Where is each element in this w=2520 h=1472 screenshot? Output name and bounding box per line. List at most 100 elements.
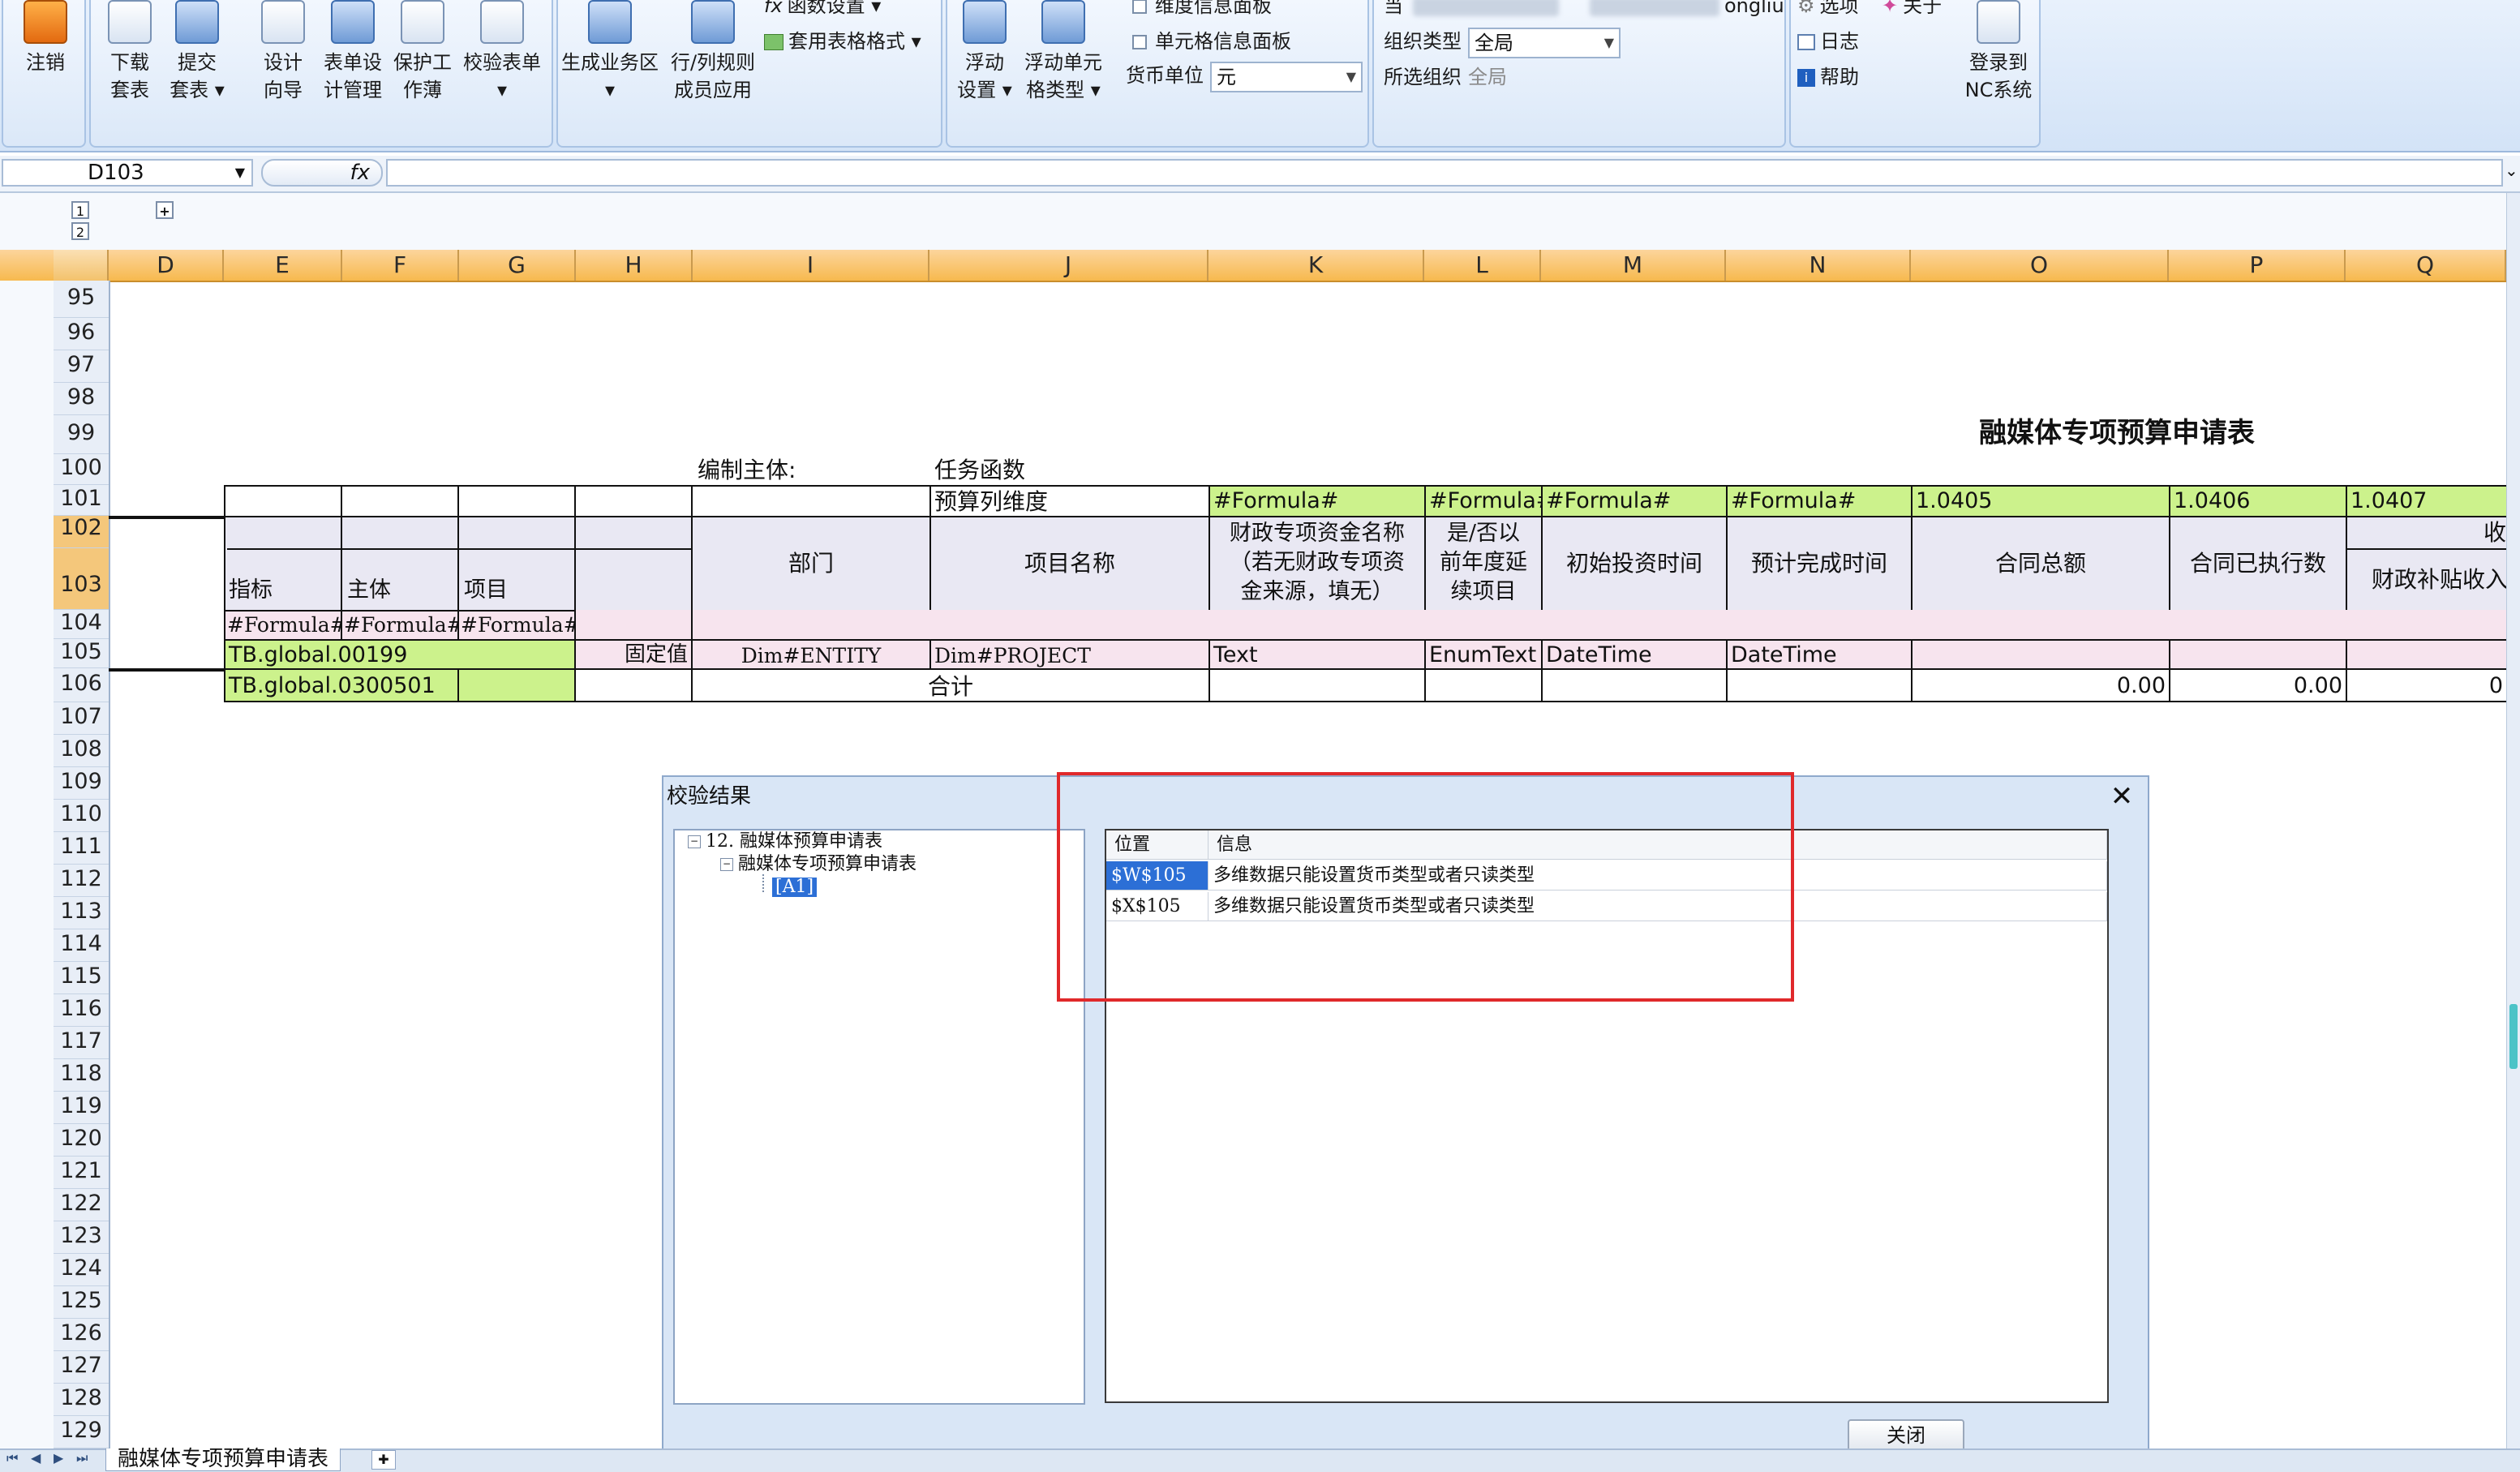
cell-I106-total[interactable]: 合计 <box>691 668 1210 702</box>
close-button[interactable]: 关闭 <box>1848 1419 1964 1452</box>
row-header[interactable]: 129 <box>54 1416 109 1448</box>
cell-G104[interactable]: #Formula# <box>457 610 576 641</box>
col-header-I[interactable]: I <box>693 250 929 281</box>
row-header[interactable]: 121 <box>54 1157 109 1189</box>
cell-M101[interactable]: #Formula# <box>1541 485 1728 517</box>
expand-formula-icon[interactable]: ⌄ <box>2505 161 2518 180</box>
cell-I101[interactable] <box>691 485 931 517</box>
cell-Q102[interactable]: 收 <box>2346 516 2508 550</box>
cell-L105[interactable]: EnumText <box>1424 639 1543 670</box>
cell-J102-103[interactable]: 项目名称 <box>929 516 1210 612</box>
cell-O106[interactable]: 0.00 <box>1911 668 2170 702</box>
col-header-H[interactable]: H <box>576 250 693 281</box>
row-header[interactable]: 110 <box>54 800 109 832</box>
submit-button[interactable]: 提交 套表 ▾ <box>165 0 229 104</box>
cell-E101[interactable] <box>224 485 342 517</box>
tree-node-child[interactable]: − 融媒体专项预算申请表 <box>720 853 917 876</box>
row-header[interactable]: 98 <box>54 383 109 415</box>
col-group-expand-icon[interactable]: + <box>156 201 174 219</box>
apply-table-format-button[interactable]: 套用表格格式 ▾ <box>764 29 921 54</box>
row-header[interactable]: 117 <box>54 1027 109 1059</box>
col-header-E[interactable]: E <box>224 250 342 281</box>
row-header[interactable]: 122 <box>54 1189 109 1221</box>
col-header-K[interactable]: K <box>1208 250 1424 281</box>
form-design-button[interactable]: 表单设 计管理 <box>320 0 386 104</box>
col-header-M[interactable]: M <box>1541 250 1726 281</box>
last-sheet-icon[interactable]: ⏭ <box>76 1450 88 1466</box>
collapse-icon[interactable]: − <box>720 858 733 871</box>
generate-business-area-button[interactable]: 生成业务区 ▾ <box>560 0 660 104</box>
vertical-scrollbar[interactable] <box>2506 193 2520 1448</box>
row-header[interactable]: 100 <box>54 454 109 485</box>
tree-node-leaf[interactable]: [A1] <box>772 878 818 897</box>
formula-input[interactable] <box>386 159 2503 187</box>
cell-E104[interactable]: #Formula# <box>224 610 342 641</box>
row-header[interactable]: 128 <box>54 1384 109 1416</box>
org-type-select[interactable]: 全局 ▼ <box>1468 28 1621 58</box>
cell-F101[interactable] <box>341 485 459 517</box>
cell-Q106[interactable]: 0 <box>2346 668 2508 702</box>
col-header-F[interactable]: F <box>342 250 459 281</box>
row-header[interactable]: 103 <box>54 548 109 610</box>
function-settings-button[interactable]: fx 函数设置 ▾ <box>764 0 881 18</box>
cell-I102-103[interactable]: 部门 <box>691 516 931 612</box>
validate-form-button[interactable]: 校验表单 ▾ <box>457 0 547 104</box>
options-button[interactable]: ⚙ 选项 <box>1797 0 1859 18</box>
cell-H101[interactable] <box>574 485 693 517</box>
about-button[interactable]: ✦ 关于 <box>1882 0 1942 18</box>
col-header-P[interactable]: P <box>2169 250 2346 281</box>
col-header-D[interactable]: D <box>109 250 224 281</box>
login-nc-button[interactable]: 登录到 NC系统 <box>1961 0 2036 104</box>
cell-H105[interactable]: 固定值 <box>574 639 693 670</box>
cell-P106[interactable]: 0.00 <box>2169 668 2347 702</box>
cell-Q101[interactable]: 1.0407 <box>2346 485 2508 517</box>
row-header[interactable]: 114 <box>54 929 109 962</box>
float-cell-type-button[interactable]: 浮动单元 格类型 ▾ <box>1020 0 1106 104</box>
col-outline-level-2[interactable]: 2 <box>71 222 89 240</box>
next-sheet-icon[interactable]: ▶ <box>54 1450 63 1466</box>
cell-P105[interactable] <box>2169 639 2347 670</box>
row-header[interactable]: 118 <box>54 1059 109 1092</box>
cell-E102-103[interactable]: 指标 <box>224 516 342 612</box>
help-button[interactable]: i 帮助 <box>1797 65 1859 89</box>
prev-sheet-icon[interactable]: ◀ <box>31 1450 41 1466</box>
cell-P102-103[interactable]: 合同已执行数 <box>2169 516 2347 612</box>
row-header[interactable]: 107 <box>54 702 109 735</box>
row-header[interactable]: 124 <box>54 1254 109 1286</box>
row-header[interactable]: 119 <box>54 1092 109 1124</box>
row-header[interactable]: 99 <box>54 415 109 454</box>
cell-O105[interactable] <box>1911 639 2170 670</box>
cell-F102-103[interactable]: 主体 <box>341 516 459 612</box>
row-header[interactable]: 97 <box>54 350 109 383</box>
cell-H106[interactable] <box>574 668 693 702</box>
cell-H102-103[interactable] <box>574 516 693 612</box>
new-sheet-icon[interactable]: ✚ <box>371 1450 396 1470</box>
cell-K106[interactable] <box>1208 668 1426 702</box>
cell-M102-103[interactable]: 初始投资时间 <box>1541 516 1728 612</box>
cell-O101[interactable]: 1.0405 <box>1911 485 2170 517</box>
cell-info-panel-toggle[interactable]: 单元格信息面板 <box>1132 29 1291 54</box>
cell-G101[interactable] <box>457 485 576 517</box>
cell-G102-103[interactable]: 项目 <box>457 516 576 612</box>
download-button[interactable]: 下载 套表 <box>101 0 159 104</box>
row-header[interactable]: 104 <box>54 610 109 639</box>
cell-O102-103[interactable]: 合同总额 <box>1911 516 2170 612</box>
cell-N105[interactable]: DateTime <box>1726 639 1913 670</box>
col-header-G[interactable]: G <box>459 250 576 281</box>
row-header[interactable]: 96 <box>54 318 109 350</box>
col-header-J[interactable]: J <box>929 250 1208 281</box>
currency-select[interactable]: 元 ▼ <box>1210 62 1363 92</box>
col-header-L[interactable]: L <box>1424 250 1541 281</box>
protect-workbook-button[interactable]: 保护工 作薄 <box>389 0 456 104</box>
row-header[interactable]: 105 <box>54 639 109 668</box>
col-header-O[interactable]: O <box>1911 250 2169 281</box>
row-header[interactable]: 95 <box>54 281 109 318</box>
cell-K101[interactable]: #Formula# <box>1208 485 1426 517</box>
cell-N106[interactable] <box>1726 668 1913 702</box>
row-header[interactable]: 127 <box>54 1351 109 1384</box>
cell-N101[interactable]: #Formula# <box>1726 485 1913 517</box>
col-outline-level-1[interactable]: 1 <box>71 201 89 219</box>
cell-I105[interactable]: Dim#ENTITY <box>691 639 931 670</box>
cell-L102-103[interactable]: 是/否以 前年度延 续项目 <box>1424 516 1543 612</box>
row-header[interactable]: 126 <box>54 1319 109 1351</box>
